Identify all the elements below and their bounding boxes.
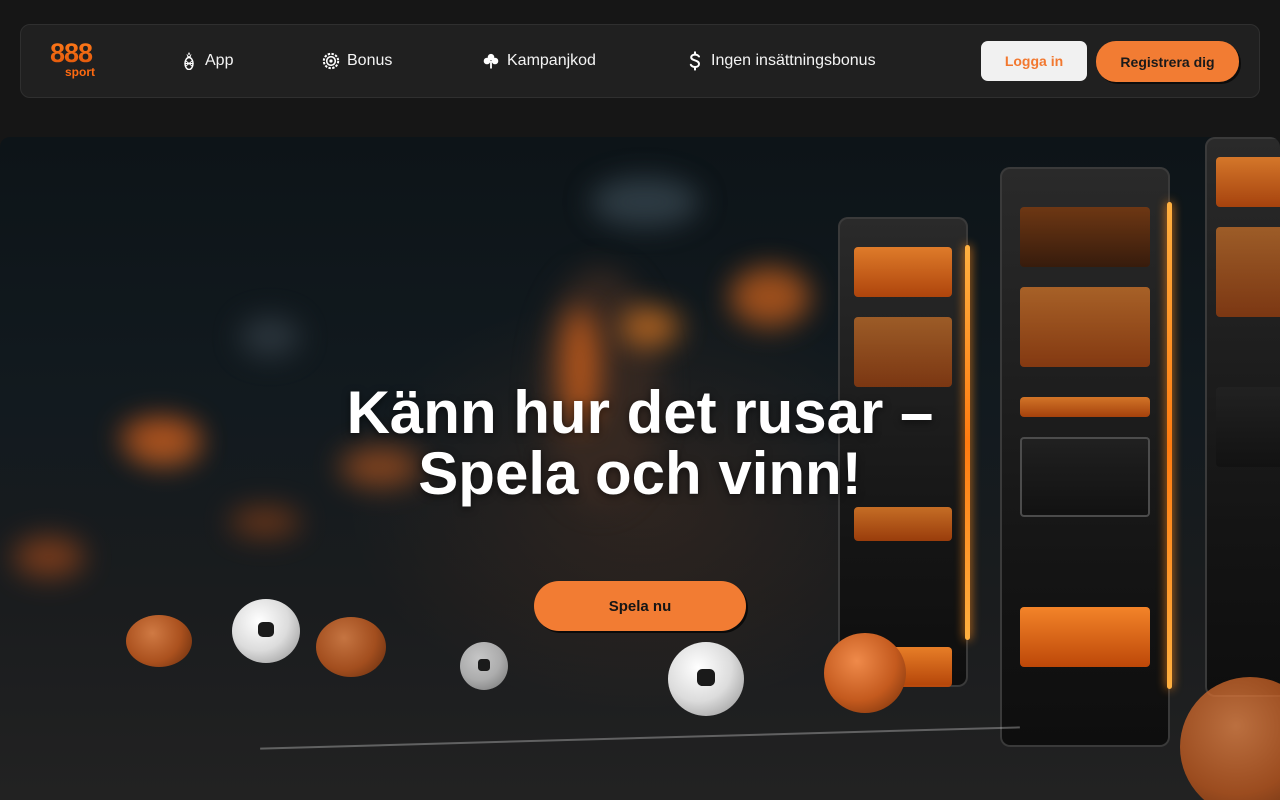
top-navbar: 888 sport App Bonus Kampanjkod Ingen ins… <box>20 24 1260 98</box>
brand-logo[interactable]: 888 sport <box>41 40 101 84</box>
login-button[interactable]: Logga in <box>981 41 1087 81</box>
nav-item-kampanjkod[interactable]: Kampanjkod <box>481 49 596 73</box>
play-now-button[interactable]: Spela nu <box>534 581 746 631</box>
hero-banner: Känn hur det rusar – Spela och vinn! Spe… <box>0 137 1280 800</box>
dollar-icon <box>685 51 705 71</box>
nav-label-ingen-insattningsbonus: Ingen insättningsbonus <box>711 52 876 69</box>
register-button[interactable]: Registrera dig <box>1096 41 1239 82</box>
hero-title: Känn hur det rusar – Spela och vinn! <box>346 379 934 507</box>
logo-number: 888 <box>41 40 101 67</box>
nav-item-app[interactable]: App <box>179 49 233 73</box>
nav-item-bonus[interactable]: Bonus <box>321 49 392 73</box>
nav-label-bonus: Bonus <box>347 52 393 69</box>
page: 888 sport App Bonus Kampanjkod Ingen ins… <box>0 0 1280 800</box>
nav-item-ingen-insattningsbonus[interactable]: Ingen insättningsbonus <box>685 49 876 73</box>
nav-label-kampanjkod: Kampanjkod <box>507 52 596 69</box>
pineapple-icon <box>179 51 199 71</box>
gear-badge-icon <box>321 51 341 71</box>
nav-label-app: App <box>205 52 234 69</box>
clover-icon <box>481 51 501 71</box>
